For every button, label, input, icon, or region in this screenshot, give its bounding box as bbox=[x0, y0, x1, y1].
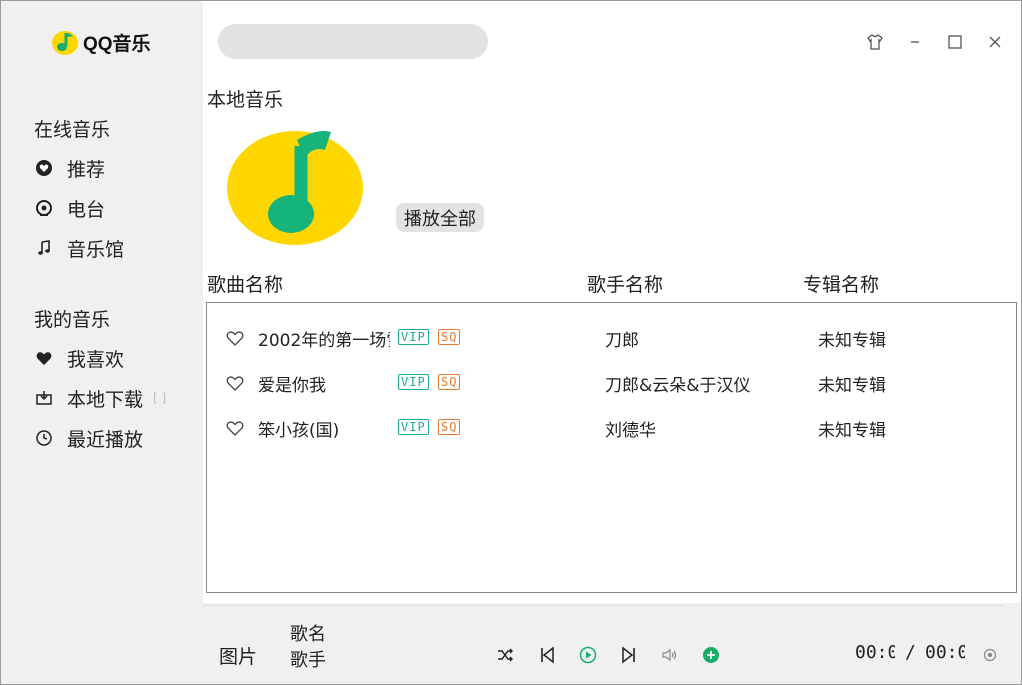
volume-button[interactable] bbox=[659, 644, 681, 666]
shuffle-button[interactable] bbox=[494, 644, 516, 666]
sidebar-item-recent[interactable]: 最近播放 bbox=[34, 425, 194, 451]
online-music-title: 在线音乐 bbox=[34, 119, 111, 141]
volume-icon bbox=[662, 648, 677, 662]
add-circle-icon bbox=[703, 647, 719, 663]
like-heart-icon[interactable] bbox=[225, 374, 245, 392]
previous-button[interactable] bbox=[536, 644, 558, 666]
song-album: 未知专辑 bbox=[818, 421, 886, 441]
settings-dot-icon bbox=[983, 648, 997, 662]
album-cover bbox=[221, 126, 371, 247]
song-singer: 刘德华 bbox=[605, 421, 656, 441]
song-list: 2002年的第一场雪 VIP SQ 刀郎 未知专辑 爱是你我 VIP SQ 刀郎… bbox=[206, 302, 1017, 593]
sq-badge: SQ bbox=[438, 329, 461, 345]
player-song-name: 歌名 bbox=[290, 624, 326, 645]
vip-badge: VIP bbox=[398, 329, 429, 345]
previous-icon bbox=[541, 646, 554, 664]
like-heart-icon[interactable] bbox=[225, 329, 245, 347]
table-row[interactable]: 笨小孩(国) VIP SQ 刘德华 未知专辑 bbox=[207, 403, 1016, 443]
qq-music-logo-icon bbox=[52, 31, 78, 55]
my-music-title: 我的音乐 bbox=[34, 309, 111, 331]
song-title: 爱是你我 bbox=[258, 376, 326, 396]
sidebar-item-label: 我喜欢 bbox=[67, 348, 125, 371]
sidebar-item-music-hall[interactable]: 音乐馆 bbox=[34, 235, 194, 261]
radio-icon bbox=[34, 198, 54, 218]
clock-icon bbox=[34, 428, 54, 448]
search-input[interactable] bbox=[218, 24, 488, 59]
play-all-button[interactable]: 播放全部 bbox=[396, 203, 484, 232]
logo-text: QQ音乐 bbox=[83, 33, 151, 55]
play-icon bbox=[579, 646, 597, 664]
sidebar-item-label: 最近播放 bbox=[67, 428, 144, 451]
sidebar-item-label: 电台 bbox=[67, 198, 106, 221]
sq-badge: SQ bbox=[438, 419, 461, 435]
heart-circle-icon bbox=[34, 158, 54, 178]
sidebar-item-favorites[interactable]: 我喜欢 bbox=[34, 345, 194, 371]
column-header-album[interactable]: 专辑名称 bbox=[803, 270, 879, 297]
app-logo: QQ音乐 bbox=[51, 27, 151, 57]
minimize-button[interactable] bbox=[904, 31, 926, 53]
like-heart-icon[interactable] bbox=[225, 419, 245, 437]
app-window: QQ音乐 在线音乐 推荐 电台 音乐馆 我的音乐 我喜欢 本地下载 [] 最近… bbox=[0, 0, 1022, 685]
close-icon bbox=[989, 36, 1001, 48]
table-row[interactable]: 爱是你我 VIP SQ 刀郎&云朵&于汉仪 未知专辑 bbox=[207, 358, 1016, 398]
play-button[interactable] bbox=[577, 644, 599, 666]
play-mode-button[interactable] bbox=[979, 644, 1001, 666]
skin-icon bbox=[867, 34, 883, 50]
maximize-icon bbox=[948, 35, 962, 49]
player-cover-placeholder: 图片 bbox=[219, 646, 258, 668]
current-time: 00:00 bbox=[855, 642, 895, 663]
sidebar-item-radio[interactable]: 电台 bbox=[34, 195, 194, 221]
vip-badge: VIP bbox=[398, 374, 429, 390]
sidebar: QQ音乐 在线音乐 推荐 电台 音乐馆 我的音乐 我喜欢 本地下载 [] 最近… bbox=[1, 1, 201, 684]
download-icon bbox=[34, 388, 54, 408]
sidebar-item-label: 本地下载 bbox=[67, 388, 144, 411]
sidebar-item-recommend[interactable]: 推荐 bbox=[34, 155, 194, 181]
sidebar-item-label: 音乐馆 bbox=[67, 238, 125, 261]
download-count-badge: [ ] bbox=[153, 391, 167, 405]
sidebar-item-label: 推荐 bbox=[67, 158, 106, 181]
song-title: 笨小孩(国) bbox=[258, 421, 340, 441]
song-singer: 刀郎&云朵&于汉仪 bbox=[605, 376, 751, 396]
music-note-icon bbox=[34, 238, 54, 258]
player-bar: 图片 歌名 歌手 00:00 / 00:00 bbox=[203, 605, 1003, 684]
minimize-icon bbox=[911, 41, 919, 43]
next-button[interactable] bbox=[618, 644, 640, 666]
song-title: 2002年的第一场雪 bbox=[258, 331, 390, 351]
main-panel: 本地音乐 播放全部 歌曲名称 歌手名称 专辑名称 2002年的第一场雪 VIP … bbox=[203, 1, 1021, 603]
song-singer: 刀郎 bbox=[605, 331, 639, 351]
sidebar-item-local-download[interactable]: 本地下载 [ ] bbox=[34, 385, 194, 411]
total-time: 00:00 bbox=[925, 642, 965, 663]
skin-button[interactable] bbox=[864, 31, 886, 53]
column-header-singer[interactable]: 歌手名称 bbox=[587, 270, 663, 297]
column-header-song[interactable]: 歌曲名称 bbox=[207, 270, 283, 297]
song-album: 未知专辑 bbox=[818, 376, 886, 396]
add-to-playlist-button[interactable] bbox=[700, 644, 722, 666]
next-icon bbox=[622, 646, 635, 664]
maximize-button[interactable] bbox=[944, 31, 966, 53]
player-artist-name: 歌手 bbox=[290, 650, 326, 671]
vip-badge: VIP bbox=[398, 419, 429, 435]
table-row[interactable]: 2002年的第一场雪 VIP SQ 刀郎 未知专辑 bbox=[207, 313, 1016, 353]
shuffle-icon bbox=[498, 648, 513, 662]
sq-badge: SQ bbox=[438, 374, 461, 390]
song-album: 未知专辑 bbox=[818, 331, 886, 351]
page-title: 本地音乐 bbox=[207, 89, 284, 111]
qq-music-cover-icon bbox=[227, 131, 363, 245]
time-separator: / bbox=[905, 642, 916, 663]
close-button[interactable] bbox=[984, 31, 1006, 53]
heart-icon bbox=[34, 348, 54, 368]
